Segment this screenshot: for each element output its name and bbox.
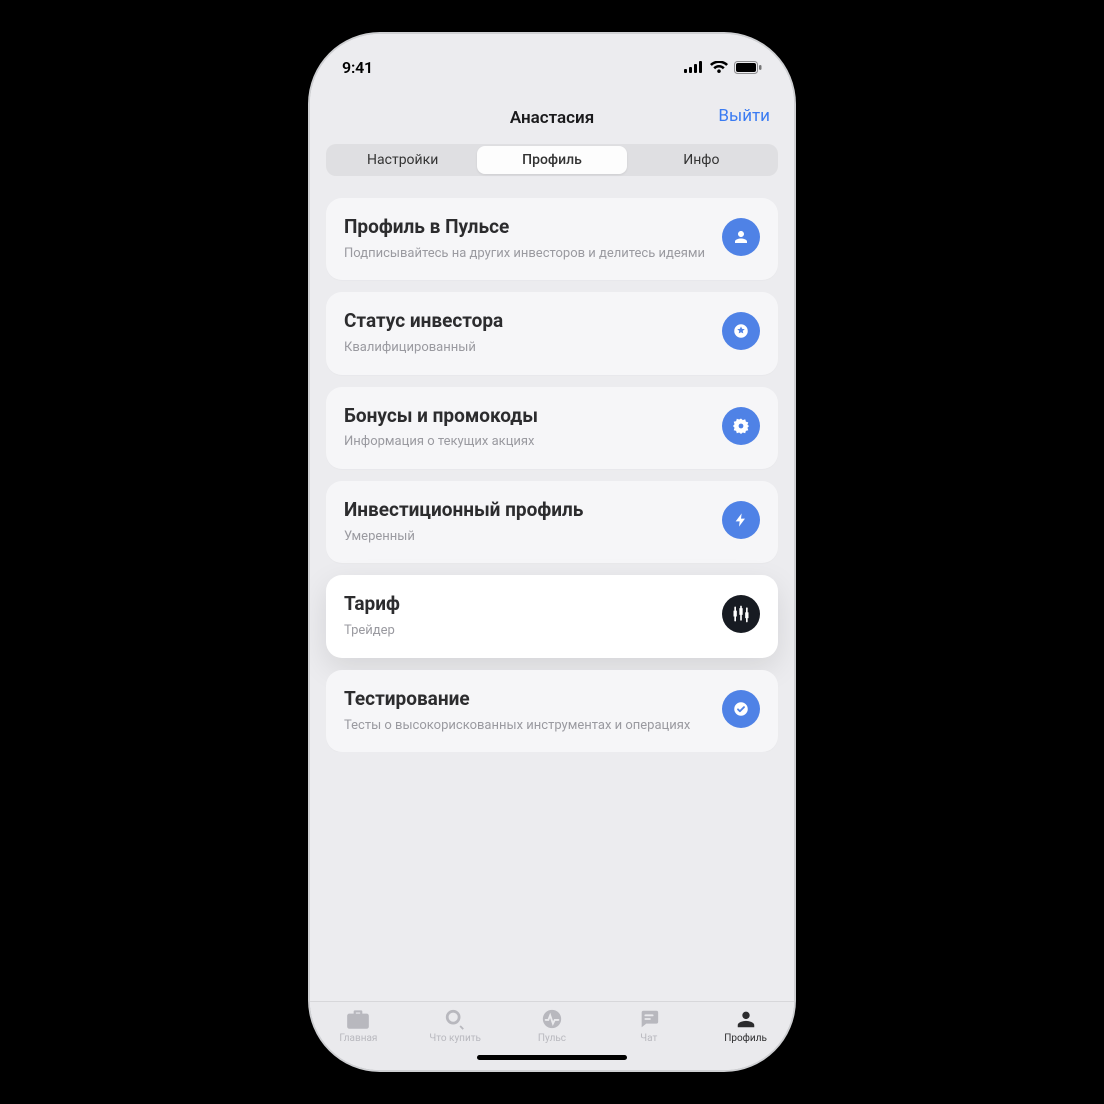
card-title: Профиль в Пульсе	[344, 216, 708, 239]
card-bonuses[interactable]: Бонусы и промокоды Информация о текущих …	[326, 387, 778, 469]
tab-label: Главная	[339, 1033, 377, 1044]
phone-frame: 9:41 Анастасия Выйти	[310, 34, 794, 1070]
card-subtitle: Информация о текущих акциях	[344, 433, 708, 451]
tab-label: Пульс	[538, 1033, 566, 1044]
check-circle-icon	[722, 690, 760, 728]
pulse-icon	[539, 1008, 565, 1030]
profile-sections: Профиль в Пульсе Подписывайтесь на други…	[310, 188, 794, 752]
tab-info[interactable]: Инфо	[627, 146, 776, 174]
tab-chat[interactable]: Чат	[613, 1008, 685, 1044]
card-title: Тариф	[344, 593, 708, 616]
candles-icon	[722, 595, 760, 633]
tab-profile[interactable]: Профиль	[710, 1008, 782, 1044]
card-title: Тестирование	[344, 688, 708, 711]
card-subtitle: Квалифицированный	[344, 339, 708, 357]
card-investment-profile[interactable]: Инвестиционный профиль Умеренный	[326, 481, 778, 563]
logout-button[interactable]: Выйти	[718, 106, 770, 126]
tab-label: Что купить	[429, 1033, 481, 1044]
card-tariff[interactable]: Тариф Трейдер	[326, 575, 778, 657]
card-testing[interactable]: Тестирование Тесты о высокорискованных и…	[326, 670, 778, 752]
card-subtitle: Тесты о высокорискованных инструментах и…	[344, 717, 708, 735]
card-title: Бонусы и промокоды	[344, 405, 708, 428]
status-bar: 9:41	[310, 34, 794, 90]
card-pulse-profile[interactable]: Профиль в Пульсе Подписывайтесь на други…	[326, 198, 778, 280]
wifi-icon	[710, 61, 728, 73]
bolt-icon	[722, 501, 760, 539]
tab-profile[interactable]: Профиль	[477, 146, 626, 174]
tab-label: Чат	[640, 1033, 657, 1044]
card-title: Инвестиционный профиль	[344, 499, 708, 522]
card-subtitle: Умеренный	[344, 528, 708, 546]
tab-home[interactable]: Главная	[322, 1008, 394, 1044]
tab-what-to-buy[interactable]: Что купить	[419, 1008, 491, 1044]
status-time: 9:41	[342, 58, 373, 77]
card-subtitle: Подписывайтесь на других инвесторов и де…	[344, 245, 708, 263]
page-title: Анастасия	[510, 108, 594, 128]
card-subtitle: Трейдер	[344, 622, 708, 640]
screen: 9:41 Анастасия Выйти	[310, 34, 794, 1070]
chat-icon	[636, 1008, 662, 1030]
gear-star-icon	[722, 407, 760, 445]
cellular-icon	[684, 61, 704, 73]
badge-star-icon	[722, 312, 760, 350]
briefcase-icon	[345, 1008, 371, 1030]
segmented-control: Настройки Профиль Инфо	[326, 144, 778, 176]
search-icon	[442, 1008, 468, 1030]
card-investor-status[interactable]: Статус инвестора Квалифицированный	[326, 292, 778, 374]
battery-icon	[734, 61, 762, 74]
person-icon	[722, 218, 760, 256]
tab-settings[interactable]: Настройки	[328, 146, 477, 174]
nav-header: Анастасия Выйти	[310, 90, 794, 142]
card-title: Статус инвестора	[344, 310, 708, 333]
tab-label: Профиль	[724, 1033, 767, 1044]
home-indicator	[477, 1055, 627, 1060]
tab-pulse[interactable]: Пульс	[516, 1008, 588, 1044]
person-icon	[733, 1008, 759, 1030]
